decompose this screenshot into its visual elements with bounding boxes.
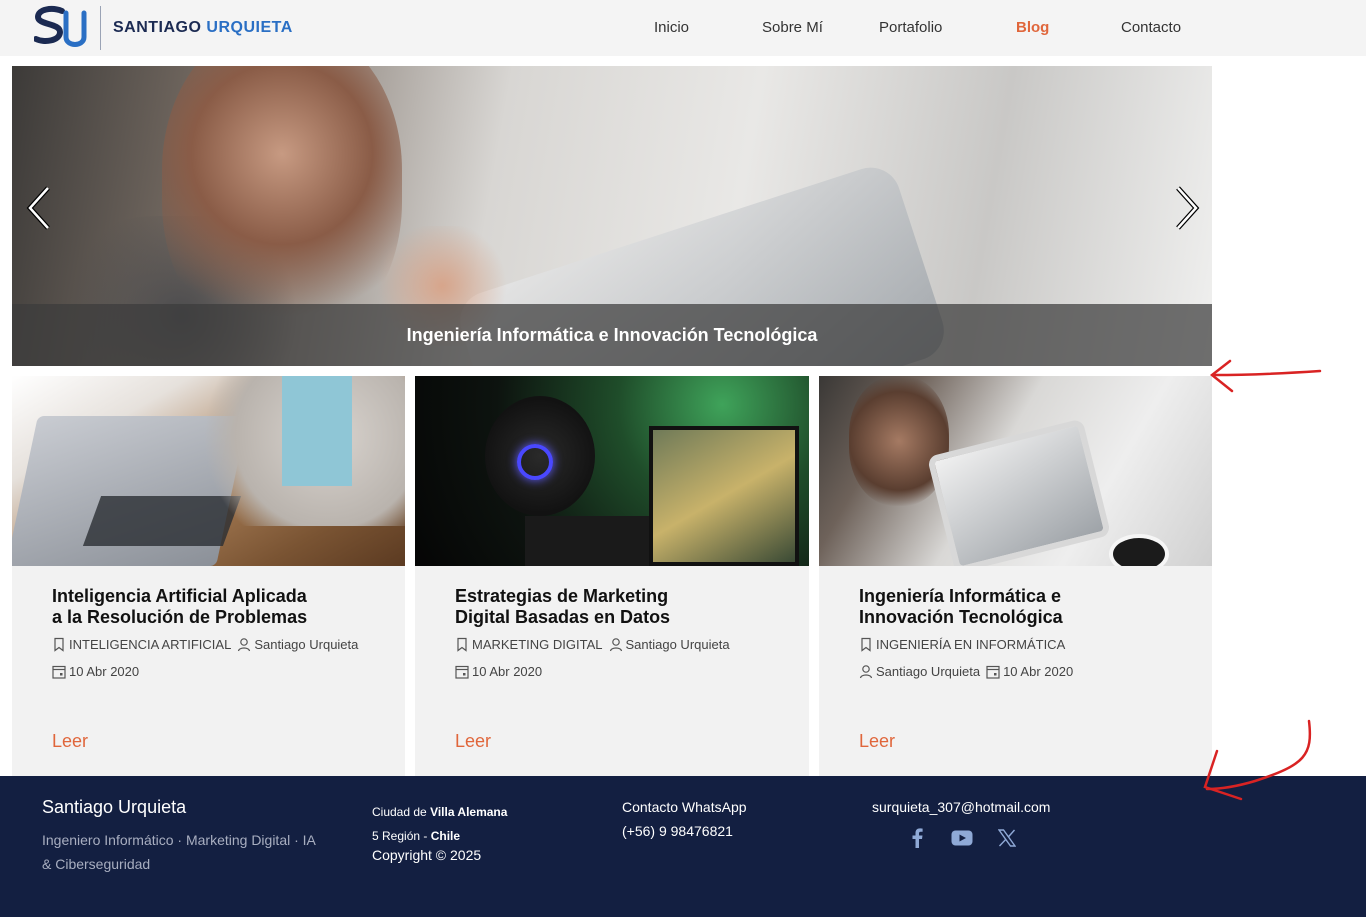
whatsapp-label: Contacto WhatsApp — [622, 799, 747, 815]
site-footer: Santiago Urquieta Ingeniero Informático … — [0, 776, 1366, 917]
category-tag[interactable]: INTELIGENCIA ARTIFICIAL — [52, 636, 231, 653]
facebook-icon — [912, 828, 923, 848]
blog-card-meta: MARKETING DIGITAL Santiago Urquieta 10 A… — [455, 636, 785, 680]
bookmark-icon — [54, 637, 64, 652]
nav-item-portafolio[interactable]: Portafolio — [879, 19, 942, 36]
nav-item-blog[interactable]: Blog — [1016, 19, 1049, 36]
facebook-link[interactable] — [906, 827, 928, 849]
image-tablet-shape — [926, 418, 1112, 566]
date-label: 10 Abr 2020 — [472, 664, 543, 679]
whatsapp-number[interactable]: (+56) 9 98476821 — [622, 823, 733, 839]
blog-card-image[interactable] — [12, 376, 405, 566]
region-prefix: 5 Región - — [372, 829, 428, 843]
image-monitor-shape — [649, 426, 799, 566]
footer-tagline: Ingeniero Informático · Marketing Digita… — [42, 832, 316, 872]
author-label: Santiago Urquieta — [625, 637, 730, 652]
brand-first-name: SANTIAGO — [113, 19, 202, 36]
blog-card-title-line2: Innovación Tecnológica — [859, 607, 1063, 627]
blog-card-title-line1: Estrategias de Marketing — [455, 586, 669, 606]
image-headphones-shape — [517, 444, 553, 480]
author-label: Santiago Urquieta — [876, 664, 981, 679]
read-more-link[interactable]: Leer — [52, 731, 88, 752]
su-monogram-icon — [33, 5, 92, 51]
author-label: Santiago Urquieta — [254, 637, 359, 652]
user-icon — [859, 665, 873, 679]
annotation-arrow-icon — [1209, 359, 1322, 393]
bookmark-icon — [861, 637, 871, 652]
nav-item-contacto[interactable]: Contacto — [1121, 19, 1181, 36]
blog-card-title-line1: Ingeniería Informática e — [859, 586, 1062, 606]
hero-carousel: Ingeniería Informática e Innovación Tecn… — [12, 66, 1212, 366]
footer-name: Santiago Urquieta — [42, 797, 187, 817]
top-navbar: SANTIAGO URQUIETA Inicio Sobre Mí Portaf… — [0, 0, 1366, 56]
date-tag: 10 Abr 2020 — [986, 663, 1073, 680]
blog-card-body: Inteligencia Artificial Aplicada a la Re… — [52, 586, 382, 680]
user-icon — [609, 638, 622, 652]
brand-logo[interactable]: SANTIAGO URQUIETA — [33, 4, 304, 52]
blog-card-title[interactable]: Ingeniería Informática e Innovación Tecn… — [859, 586, 1189, 628]
category-tag[interactable]: MARKETING DIGITAL — [455, 636, 603, 653]
nav-item-inicio[interactable]: Inicio — [654, 19, 689, 36]
hero-caption: Ingeniería Informática e Innovación Tecn… — [406, 324, 818, 345]
youtube-icon — [951, 830, 973, 846]
blog-card-title[interactable]: Estrategias de Marketing Digital Basadas… — [455, 586, 785, 628]
country-name: Chile — [430, 829, 461, 843]
read-more-link[interactable]: Leer — [455, 731, 491, 752]
youtube-link[interactable] — [951, 827, 973, 849]
blog-card-title-line1: Inteligencia Artificial Aplicada — [52, 586, 307, 606]
hero-caption-bar: Ingeniería Informática e Innovación Tecn… — [12, 304, 1212, 366]
date-label: 10 Abr 2020 — [1003, 664, 1074, 679]
date-tag: 10 Abr 2020 — [455, 663, 542, 680]
city-prefix: Ciudad de — [372, 805, 427, 819]
blog-card-image[interactable] — [415, 376, 809, 566]
calendar-icon — [455, 665, 469, 679]
date-label: 10 Abr 2020 — [69, 664, 140, 679]
date-tag: 10 Abr 2020 — [52, 663, 139, 680]
user-icon — [238, 638, 251, 652]
footer-location: Ciudad de Villa Alemana 5 Región - Chile — [372, 800, 507, 848]
read-more-link[interactable]: Leer — [859, 731, 895, 752]
category-tag[interactable]: INGENIERÍA EN INFORMÁTICA — [859, 636, 1065, 653]
image-shirt-shape — [282, 376, 352, 486]
calendar-icon — [986, 665, 1000, 679]
author-tag: Santiago Urquieta — [237, 636, 358, 653]
city-name: Villa Alemana — [430, 805, 508, 819]
author-tag: Santiago Urquieta — [859, 663, 980, 680]
footer-copyright: Copyright © 2025 — [372, 847, 482, 863]
nav-item-sobre-mi[interactable]: Sobre Mí — [762, 19, 823, 36]
blog-card-image[interactable] — [819, 376, 1212, 566]
calendar-icon — [52, 665, 66, 679]
logo-divider — [100, 6, 101, 50]
carousel-prev-button[interactable] — [24, 184, 54, 232]
bookmark-icon — [457, 637, 467, 652]
blog-card-meta: INGENIERÍA EN INFORMÁTICA Santiago Urqui… — [859, 636, 1189, 680]
blog-card: Inteligencia Artificial Aplicada a la Re… — [12, 376, 405, 776]
blog-card-title[interactable]: Inteligencia Artificial Aplicada a la Re… — [52, 586, 382, 628]
category-label: INTELIGENCIA ARTIFICIAL — [69, 637, 232, 652]
blog-card: Estrategias de Marketing Digital Basadas… — [415, 376, 809, 776]
footer-email[interactable]: surquieta_307@hotmail.com — [872, 799, 1050, 815]
x-twitter-icon — [998, 829, 1016, 847]
image-desk-shape — [525, 516, 655, 566]
blog-card-body: Estrategias de Marketing Digital Basadas… — [455, 586, 785, 680]
blog-card-title-line2: a la Resolución de Problemas — [52, 607, 308, 627]
blog-card-meta: INTELIGENCIA ARTIFICIAL Santiago Urquiet… — [52, 636, 382, 680]
image-cup-shape — [1109, 534, 1169, 566]
chevron-left-icon — [26, 186, 50, 230]
carousel-next-button[interactable] — [1172, 184, 1202, 232]
brand-name: SANTIAGO URQUIETA — [113, 19, 293, 37]
x-twitter-link[interactable] — [996, 827, 1018, 849]
blog-card-title-line2: Digital Basadas en Datos — [455, 607, 671, 627]
chevron-right-icon — [1176, 186, 1200, 230]
blog-card-body: Ingeniería Informática e Innovación Tecn… — [859, 586, 1189, 680]
brand-last-name: URQUIETA — [206, 19, 293, 36]
category-label: INGENIERÍA EN INFORMÁTICA — [876, 637, 1066, 652]
blog-card: Ingeniería Informática e Innovación Tecn… — [819, 376, 1212, 776]
category-label: MARKETING DIGITAL — [472, 637, 603, 652]
author-tag: Santiago Urquieta — [609, 636, 730, 653]
